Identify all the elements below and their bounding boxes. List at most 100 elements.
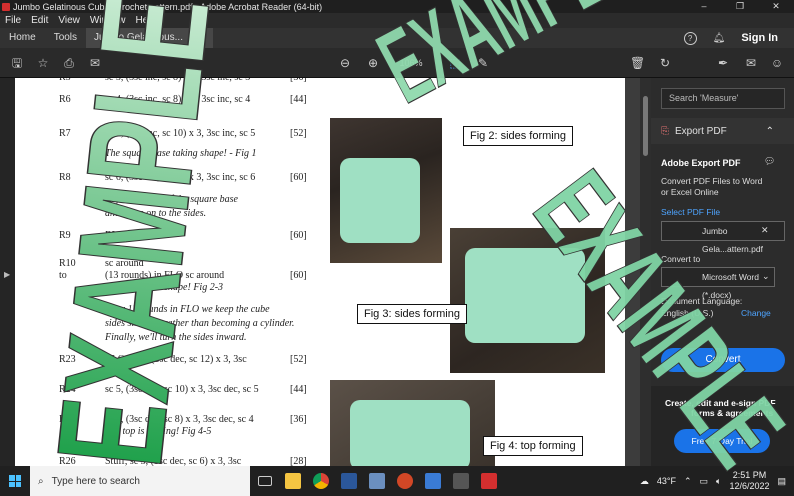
menu-edit[interactable]: Edit [31, 15, 48, 26]
collapse-icon[interactable]: ⌃ [766, 126, 774, 137]
acrobat-taskbar-icon[interactable] [476, 466, 502, 496]
task-view-icon[interactable] [252, 466, 278, 496]
menu-window[interactable]: Window [90, 15, 126, 26]
select-pdf-link[interactable]: Select PDF File [661, 207, 720, 217]
chrome-icon[interactable] [308, 466, 334, 496]
menu-file[interactable]: File [5, 15, 21, 26]
help-icon[interactable]: ? [683, 31, 697, 45]
export-pdf-header[interactable]: ⎘ Export PDF ⌃ [651, 118, 794, 144]
file-explorer-icon[interactable] [280, 466, 306, 496]
format-select[interactable]: Microsoft Word (*.docx) [661, 267, 775, 300]
menu-view[interactable]: View [58, 15, 80, 26]
zoom-out-icon[interactable]: ⊖ [338, 56, 352, 70]
row-text: sc around [105, 258, 144, 269]
restore-button[interactable]: ❐ [722, 0, 758, 13]
row-label: R9 [59, 230, 71, 241]
left-pane: ▶ [0, 78, 15, 466]
taskbar-search[interactable]: ⌕ Type here to search [30, 466, 250, 496]
row-label: R26 [59, 456, 76, 466]
fig3-caption: Fig 3: sides forming [357, 304, 467, 324]
delete-icon[interactable]: 🗑︎ [630, 56, 645, 70]
notification-icon[interactable]: ▤ [777, 476, 786, 487]
system-tray: ☁ 43°F ⌃ ▭ 🔈︎ 2:51 PM 12/6/2022 ▤ [640, 470, 794, 492]
volume-icon[interactable]: 🔈︎ [716, 476, 721, 487]
tab-home[interactable]: Home [0, 28, 45, 48]
convert-button[interactable]: Convert [661, 348, 785, 372]
powerpoint-icon[interactable] [392, 466, 418, 496]
row-text: BLO: sc around [105, 230, 169, 241]
free-trial-button[interactable]: Free 7-Day Trial [674, 429, 770, 453]
expand-pane-icon[interactable]: ▶ [4, 270, 10, 279]
zoom-in-icon[interactable]: ⊕ [366, 56, 380, 70]
fig3-photo [450, 228, 605, 373]
row-text: The square base taking shape! - Fig 1 [105, 148, 257, 159]
row-label: R10 [59, 258, 76, 269]
sign-icon[interactable]: ✒ [716, 56, 730, 70]
start-button[interactable] [0, 466, 30, 496]
weather-temp[interactable]: 43°F [657, 476, 676, 486]
clock[interactable]: 2:51 PM 12/6/2022 [729, 470, 769, 492]
row-count: [52] [290, 354, 307, 365]
document-area[interactable]: R5 sc 5, (3sc inc, sc 8) x 3, 3sc inc, sc… [15, 78, 651, 466]
scroll-thumb[interactable] [643, 96, 648, 156]
row-text: Adjust the size of the square base [105, 194, 238, 205]
zoom-level[interactable]: 106% [388, 55, 434, 71]
promo-line-2: forms & agreements [691, 408, 774, 418]
app-icon[interactable] [448, 466, 474, 496]
remove-file-icon[interactable]: ✕ [761, 225, 769, 236]
row-text: sc 4, (3sc inc, sc 8) x 3, 3sc inc, sc 4 [105, 94, 251, 105]
window-title: Jumbo Gelatinous Cube - crochet pattern.… [13, 1, 323, 12]
menu-help[interactable]: Help [135, 15, 156, 26]
word-icon[interactable] [336, 466, 362, 496]
row-label: R6 [59, 94, 71, 105]
row-count: [36] [290, 78, 307, 83]
title-bar: Jumbo Gelatinous Cube - crochet pattern.… [0, 0, 794, 13]
menu-bar: File Edit View Window Help [0, 13, 794, 28]
tools-search-input[interactable]: Search 'Measure' [661, 88, 785, 109]
close-button[interactable]: ✕ [758, 0, 794, 13]
tab-tools[interactable]: Tools [45, 28, 86, 48]
chevron-down-icon[interactable]: ⌄ [762, 271, 770, 282]
sign-in-button[interactable]: Sign In [741, 32, 778, 44]
acrobat-app-icon [2, 2, 10, 11]
star-icon[interactable]: ☆ [36, 56, 50, 70]
row-label: R24 [59, 384, 76, 395]
mail-icon[interactable]: ✉ [88, 56, 102, 70]
comment-icon[interactable]: ✎ [476, 56, 490, 70]
photos-icon[interactable] [364, 466, 390, 496]
row-text: BLO: sc 6, (3sc dec, sc 12) x 3, 3sc [105, 354, 247, 365]
row-label: R8 [59, 172, 71, 183]
document-language-label: Document Language: [661, 296, 743, 306]
rotate-icon[interactable]: ↻ [658, 56, 672, 70]
chevron-up-icon[interactable]: ⌃ [684, 476, 692, 487]
search-icon: ⌕ [38, 475, 44, 487]
fit-page-icon[interactable]: ⬚ [448, 56, 462, 70]
window-controls: – ❐ ✕ [686, 0, 794, 13]
windows-icon [9, 475, 21, 487]
taskbar-search-placeholder: Type here to search [51, 475, 140, 487]
print-icon[interactable]: ⎙ [62, 56, 76, 70]
row-text: sc 5, (3sc inc, sc 8) x 3, 3sc inc, sc 3 [105, 78, 250, 83]
weather-icon[interactable]: ☁ [640, 476, 649, 487]
row-text: sc 6, (3sc inc, sc 12) x 3, 3sc inc, sc … [105, 172, 256, 183]
image-viewer-icon[interactable] [420, 466, 446, 496]
minimize-button[interactable]: – [686, 0, 722, 13]
row-text: and move on to the sides. [105, 208, 207, 219]
comment-bubble-icon[interactable]: 💬︎ [764, 156, 775, 167]
fig4-caption: Fig 4: top forming [483, 436, 583, 456]
row-label: R23 [59, 354, 76, 365]
row-text: The sides take shape! Fig 2-3 [105, 282, 224, 293]
row-text: Finally, we'll turn the sides inward. [105, 332, 247, 343]
tab-document[interactable]: Jumbo Gelatinous... [86, 28, 213, 48]
bell-icon[interactable]: 🔔︎ [713, 33, 726, 44]
account-icon[interactable]: ☺ [770, 56, 784, 70]
clock-date: 12/6/2022 [729, 481, 770, 491]
network-icon[interactable]: ▭ [700, 476, 709, 487]
export-desc-1: Convert PDF Files to Word [661, 176, 763, 186]
envelope-icon[interactable]: ✉ [744, 56, 758, 70]
taskbar: ⌕ Type here to search ☁ 43°F ⌃ ▭ 🔈︎ 2:51… [0, 466, 794, 496]
save-icon[interactable]: 🖫 [10, 56, 24, 70]
vertical-scrollbar[interactable] [640, 78, 651, 466]
change-language-link[interactable]: Change [741, 308, 771, 318]
row-count: [60] [290, 172, 307, 183]
